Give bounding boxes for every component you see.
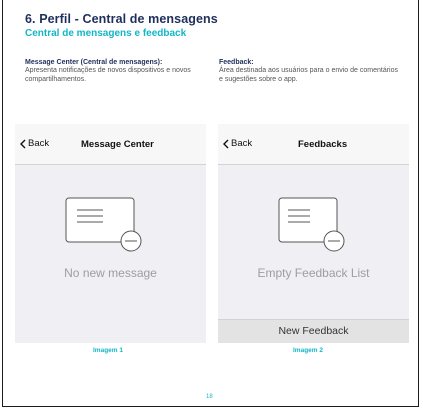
screen-title: Message Center bbox=[81, 139, 154, 150]
page-subtitle: Central de mensagens e feedback bbox=[25, 28, 187, 39]
caption-image-2: Imagem 2 bbox=[293, 347, 323, 354]
message-center-screenshot: Back Message Center No new message bbox=[15, 124, 206, 343]
message-card-minus-icon bbox=[65, 197, 142, 252]
navigation-bar: Back Feedbacks bbox=[218, 124, 409, 165]
message-center-description: Message Center (Central de mensagens): A… bbox=[25, 59, 205, 84]
back-label: Back bbox=[231, 138, 253, 149]
feedback-description: Feedback: Área destinada aos usuários pa… bbox=[219, 59, 399, 84]
empty-state-text: Empty Feedback List bbox=[257, 266, 370, 280]
back-label: Back bbox=[28, 138, 50, 149]
empty-state-text: No new message bbox=[64, 266, 157, 280]
feedback-body: Área destinada aos usuários para o envio… bbox=[219, 67, 398, 83]
back-button[interactable]: Back bbox=[223, 138, 252, 149]
navigation-bar: Back Message Center bbox=[15, 124, 206, 165]
back-button[interactable]: Back bbox=[20, 138, 49, 149]
message-center-heading: Message Center (Central de mensagens): bbox=[25, 59, 163, 66]
message-center-body: Apresenta notificações de novos disposit… bbox=[25, 67, 191, 83]
feedbacks-screenshot: Back Feedbacks Empty Feedback List New F… bbox=[218, 124, 409, 343]
feedback-card-minus-icon bbox=[278, 197, 345, 252]
screen-title: Feedbacks bbox=[298, 139, 348, 150]
page-title: 6. Perfil - Central de mensagens bbox=[25, 12, 218, 26]
chevron-left-icon bbox=[20, 139, 26, 148]
chevron-left-icon bbox=[223, 139, 229, 148]
new-feedback-button[interactable]: New Feedback bbox=[218, 319, 409, 343]
caption-image-1: Imagem 1 bbox=[93, 347, 123, 354]
page-number: 18 bbox=[206, 394, 213, 400]
